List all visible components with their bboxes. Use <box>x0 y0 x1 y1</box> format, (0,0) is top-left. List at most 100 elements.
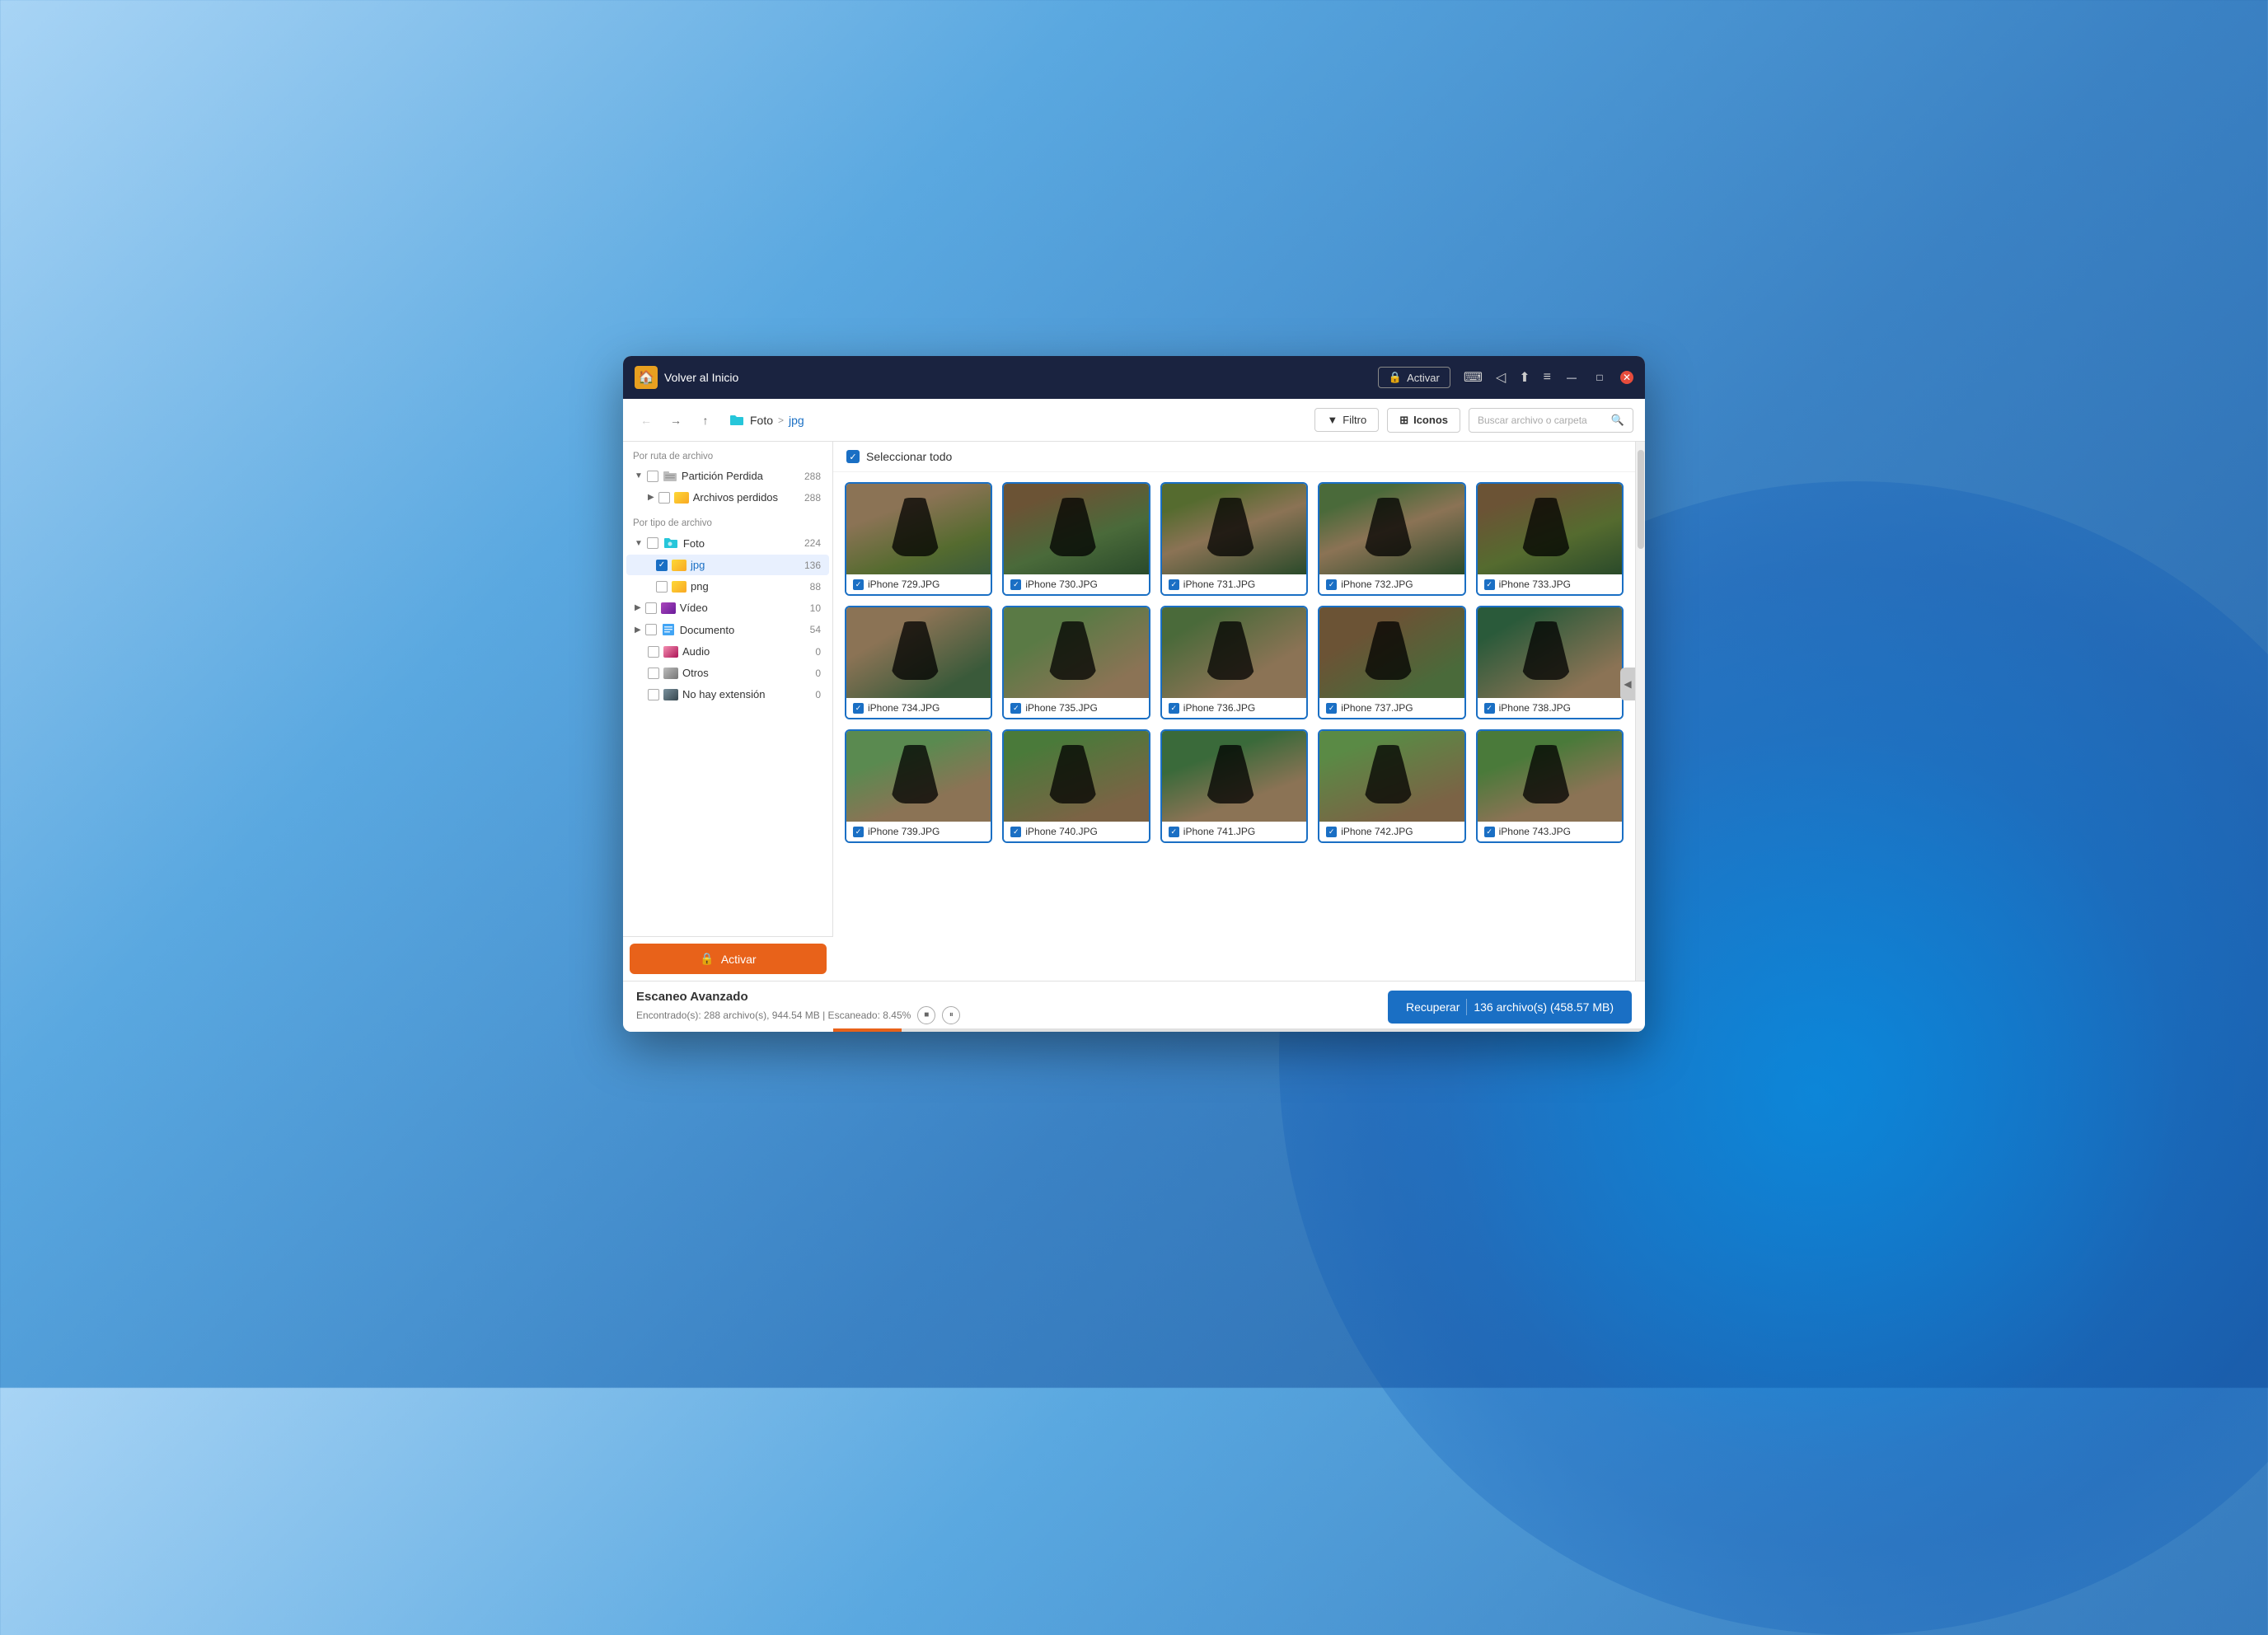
checkbox-jpg[interactable]: ✓ <box>656 560 668 571</box>
sidebar-item-documento[interactable]: ▶ Documento 54 <box>626 619 829 640</box>
search-icon[interactable]: 🔍 <box>1611 414 1624 427</box>
photo-check-732[interactable]: ✓ <box>1326 579 1337 590</box>
close-button[interactable]: ✕ <box>1620 371 1633 384</box>
checkbox-audio[interactable] <box>648 646 659 658</box>
activate-bar: 🔒 Activar <box>623 936 833 981</box>
photo-check-737[interactable]: ✓ <box>1326 703 1337 714</box>
checkbox-png[interactable] <box>656 581 668 593</box>
photo-check-739[interactable]: ✓ <box>853 827 864 837</box>
photo-item-732[interactable]: ✓ iPhone 732.JPG <box>1318 482 1465 596</box>
expand-arrow-partition: ▼ <box>635 471 643 480</box>
app-window: 🏠 Volver al Inicio 🔒 Activar ⌨ ◁ ⬆ ≡ — □… <box>623 356 1645 1032</box>
photo-check-729[interactable]: ✓ <box>853 579 864 590</box>
photo-grid: ✓ iPhone 729.JPG ✓ iPhone 730.JPG <box>833 472 1635 981</box>
photo-thumb-739 <box>846 731 991 822</box>
photo-item-736[interactable]: ✓ iPhone 736.JPG <box>1160 606 1308 719</box>
checkbox-noext[interactable] <box>648 689 659 700</box>
back-button[interactable]: ← <box>635 409 658 432</box>
minimize-button[interactable]: — <box>1564 370 1579 385</box>
partition-name: Partición Perdida <box>682 470 763 482</box>
maximize-button[interactable]: □ <box>1592 370 1607 385</box>
sidebar-item-archivos[interactable]: ▶ Archivos perdidos 288 <box>626 487 829 508</box>
photo-check-735[interactable]: ✓ <box>1010 703 1021 714</box>
checkbox-documento[interactable] <box>645 624 657 635</box>
sidebar-item-png[interactable]: png 88 <box>626 576 829 597</box>
sidebar-item-jpg[interactable]: ✓ jpg 136 <box>626 555 829 575</box>
checkbox-foto[interactable] <box>647 537 658 549</box>
activate-main-button[interactable]: 🔒 Activar <box>630 944 827 974</box>
recover-button[interactable]: Recuperar 136 archivo(s) (458.57 MB) <box>1388 991 1632 1024</box>
up-button[interactable]: ↑ <box>694 409 717 432</box>
photo-item-735[interactable]: ✓ iPhone 735.JPG <box>1002 606 1150 719</box>
select-all-label[interactable]: Seleccionar todo <box>866 450 952 463</box>
photo-item-743[interactable]: ✓ iPhone 743.JPG <box>1476 729 1624 843</box>
photo-item-734[interactable]: ✓ iPhone 734.JPG <box>845 606 992 719</box>
photo-label-730: ✓ iPhone 730.JPG <box>1004 574 1148 594</box>
sidebar-item-partition[interactable]: ▼ Partición Perdida 288 <box>626 466 829 486</box>
folder-otros <box>663 668 678 679</box>
photo-check-734[interactable]: ✓ <box>853 703 864 714</box>
sidebar-item-otros[interactable]: Otros 0 <box>626 663 829 683</box>
activate-button-top[interactable]: 🔒 Activar <box>1378 367 1450 388</box>
home-icon[interactable]: 🏠 <box>635 366 658 389</box>
folder-video <box>661 602 676 614</box>
photo-item-733[interactable]: ✓ iPhone 733.JPG <box>1476 482 1624 596</box>
photo-check-740[interactable]: ✓ <box>1010 827 1021 837</box>
photo-item-731[interactable]: ✓ iPhone 731.JPG <box>1160 482 1308 596</box>
menu-icon[interactable]: ≡ <box>1544 370 1551 385</box>
photo-check-733[interactable]: ✓ <box>1484 579 1495 590</box>
photo-label-737: ✓ iPhone 737.JPG <box>1319 698 1464 718</box>
photo-check-738[interactable]: ✓ <box>1484 703 1495 714</box>
status-bar: Escaneo Avanzado Encontrado(s): 288 arch… <box>623 981 1645 1032</box>
photo-item-730[interactable]: ✓ iPhone 730.JPG <box>1002 482 1150 596</box>
forward-button[interactable]: → <box>664 409 687 432</box>
breadcrumb: Foto > jpg <box>729 414 804 427</box>
photo-item-741[interactable]: ✓ iPhone 741.JPG <box>1160 729 1308 843</box>
checkbox-partition[interactable] <box>647 471 658 482</box>
photo-check-730[interactable]: ✓ <box>1010 579 1021 590</box>
checkbox-otros[interactable] <box>648 668 659 679</box>
pause-button[interactable]: ⏸ <box>942 1006 960 1024</box>
photo-thumb-743 <box>1478 731 1622 822</box>
content-area: ✓ Seleccionar todo ✓ iPhone 729.JPG <box>833 442 1635 981</box>
lock-icon: 🔒 <box>1389 371 1402 384</box>
photo-item-738[interactable]: ✓ iPhone 738.JPG <box>1476 606 1624 719</box>
photo-item-742[interactable]: ✓ iPhone 742.JPG <box>1318 729 1465 843</box>
sidebar-item-foto[interactable]: ▼ Foto 224 <box>626 532 829 554</box>
scrollbar[interactable] <box>1635 442 1645 981</box>
upload-icon[interactable]: ⬆ <box>1519 369 1530 386</box>
photo-thumb-741 <box>1162 731 1306 822</box>
checkbox-video[interactable] <box>645 602 657 614</box>
sidebar-item-noext[interactable]: No hay extensión 0 <box>626 684 829 705</box>
scrollbar-thumb[interactable] <box>1638 450 1644 549</box>
icons-view-button[interactable]: ⊞ Iconos <box>1387 408 1460 433</box>
photo-label-731: ✓ iPhone 731.JPG <box>1162 574 1306 594</box>
select-all-checkbox[interactable]: ✓ <box>846 450 860 463</box>
photo-item-729[interactable]: ✓ iPhone 729.JPG <box>845 482 992 596</box>
stop-button[interactable]: ■ <box>917 1006 935 1024</box>
expand-arrow-foto: ▼ <box>635 539 643 548</box>
checkbox-archivos[interactable] <box>658 492 670 504</box>
photo-check-731[interactable]: ✓ <box>1169 579 1179 590</box>
home-label[interactable]: Volver al Inicio <box>664 371 738 384</box>
photo-check-742[interactable]: ✓ <box>1326 827 1337 837</box>
breadcrumb-root[interactable]: Foto <box>750 414 773 427</box>
folder-png <box>672 581 686 593</box>
foto-name: Foto <box>683 537 705 550</box>
photo-item-740[interactable]: ✓ iPhone 740.JPG <box>1002 729 1150 843</box>
collapse-panel-button[interactable]: ◀ <box>1620 668 1635 700</box>
keyboard-icon[interactable]: ⌨ <box>1464 369 1483 386</box>
photo-item-737[interactable]: ✓ iPhone 737.JPG <box>1318 606 1465 719</box>
photo-check-736[interactable]: ✓ <box>1169 703 1179 714</box>
breadcrumb-current[interactable]: jpg <box>789 414 804 427</box>
photo-item-739[interactable]: ✓ iPhone 739.JPG <box>845 729 992 843</box>
sidebar-item-audio[interactable]: Audio 0 <box>626 641 829 662</box>
filter-button[interactable]: ▼ Filtro <box>1314 408 1379 432</box>
sidebar-item-video[interactable]: ▶ Vídeo 10 <box>626 597 829 618</box>
recover-label: Recuperar <box>1406 1000 1460 1014</box>
photo-check-743[interactable]: ✓ <box>1484 827 1495 837</box>
photo-check-741[interactable]: ✓ <box>1169 827 1179 837</box>
recover-separator <box>1466 999 1467 1015</box>
share-icon[interactable]: ◁ <box>1496 369 1506 386</box>
status-title: Escaneo Avanzado <box>636 990 960 1004</box>
